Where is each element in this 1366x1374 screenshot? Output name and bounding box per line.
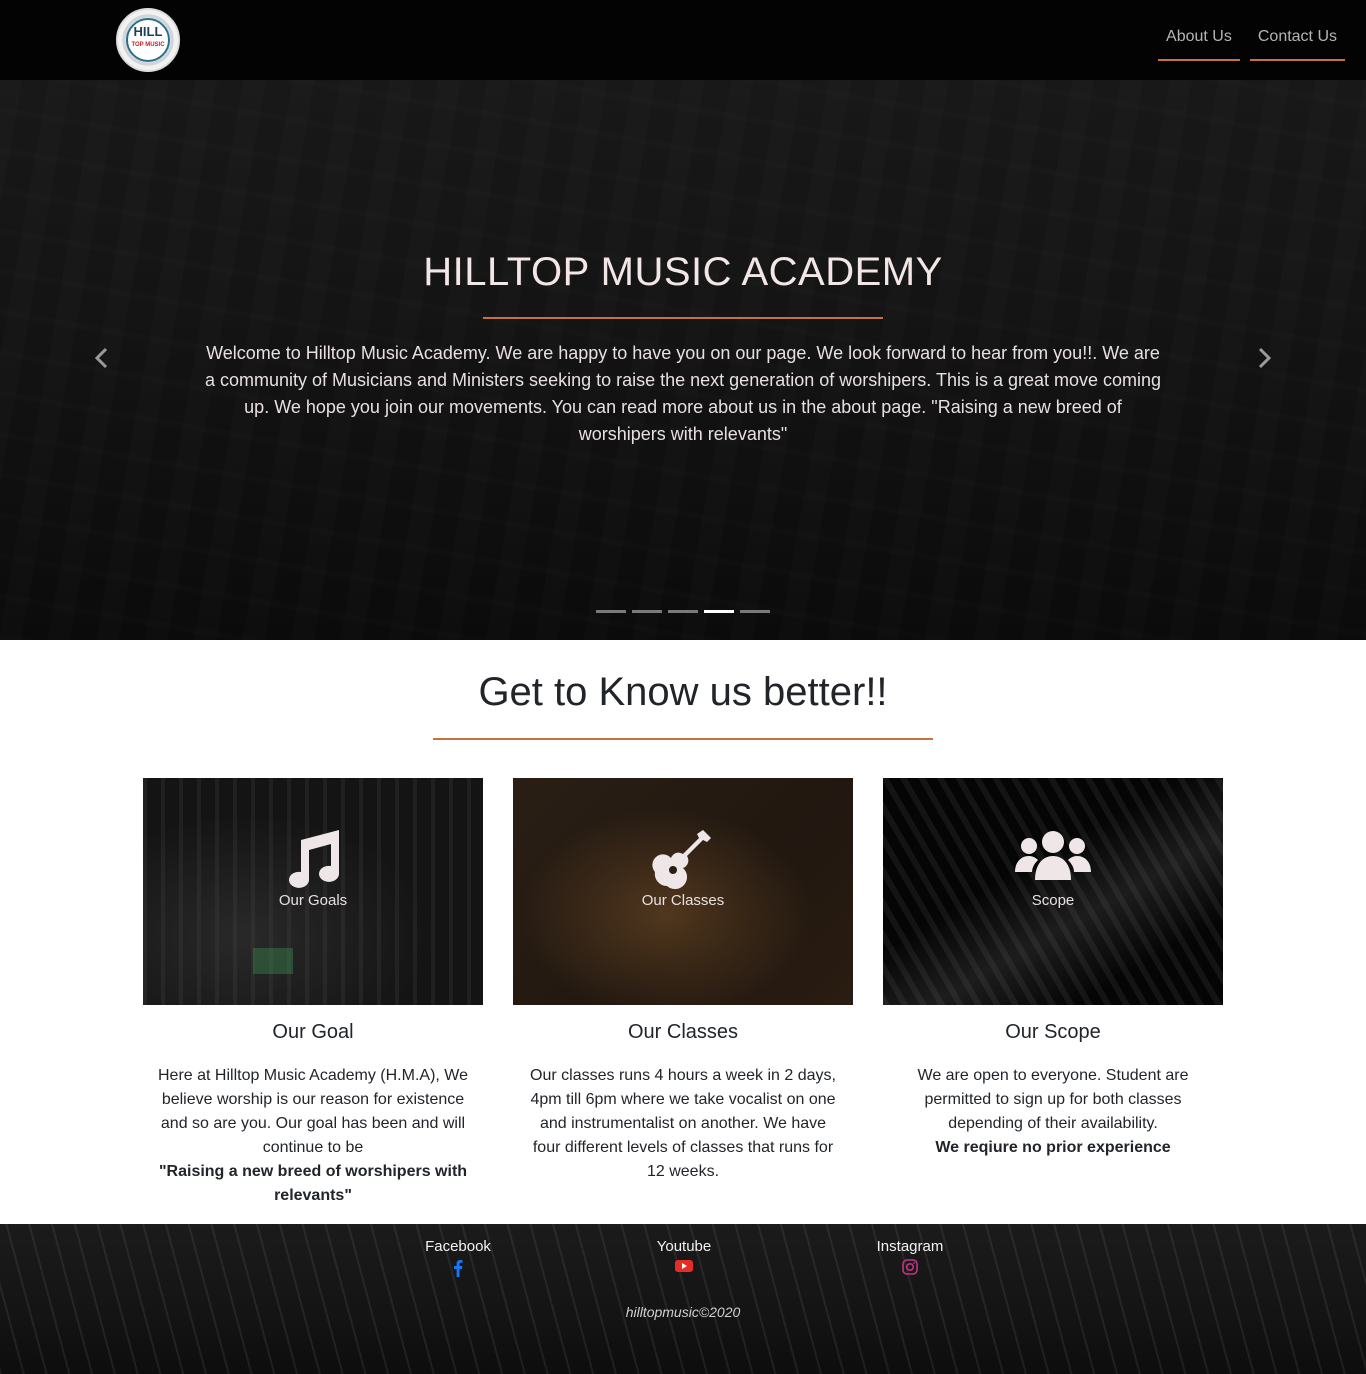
carousel-prev-button[interactable]	[87, 346, 117, 376]
card-image-label: Our Classes	[641, 892, 725, 909]
chevron-right-icon	[1258, 347, 1272, 369]
card-text: Here at Hilltop Music Academy (H.M.A), W…	[157, 1067, 468, 1156]
carousel-indicator-5[interactable]	[740, 610, 770, 613]
hero-carousel: HILLTOP MUSIC ACADEMY Welcome to Hilltop…	[0, 80, 1366, 640]
copyright-text: hilltopmusic©2020	[625, 1304, 741, 1320]
nav-links: About Us Contact Us	[1158, 24, 1345, 61]
section-title: Get to Know us better!!	[478, 670, 888, 714]
youtube-icon	[624, 1259, 744, 1277]
card-bold-text: "Raising a new breed of worshipers with …	[158, 1163, 468, 1204]
card-heading: Our Goal	[272, 1021, 354, 1043]
guitar-icon	[513, 828, 853, 892]
carousel-next-button[interactable]	[1249, 346, 1279, 376]
card-text: We are open to everyone. Student are per…	[917, 1067, 1189, 1132]
footer: Facebook Youtube Instagram hilltopmusic©…	[0, 1224, 1366, 1374]
music-note-icon	[143, 828, 483, 892]
hero-text: Welcome to Hilltop Music Academy. We are…	[204, 343, 1162, 444]
navbar: HILL TOP MUSIC About Us Contact Us	[0, 0, 1366, 80]
hero-title: HILLTOP MUSIC ACADEMY	[423, 250, 943, 294]
carousel-indicator-1[interactable]	[596, 610, 626, 613]
carousel-indicator-4[interactable]	[704, 610, 734, 613]
card-goal: Our Goals Our Goal Here at Hilltop Music…	[143, 778, 483, 1208]
card-scope: Scope Our Scope We are open to everyone.…	[883, 778, 1223, 1160]
card-heading: Our Classes	[627, 1021, 739, 1043]
logo-sub-text: TOP MUSIC	[131, 42, 165, 48]
carousel-indicators	[596, 610, 770, 613]
decoration	[253, 948, 293, 974]
instagram-icon	[850, 1259, 970, 1277]
social-label: Facebook	[425, 1238, 491, 1255]
social-label: Instagram	[876, 1238, 944, 1255]
card-classes: Our Classes Our Classes Our classes runs…	[513, 778, 853, 1184]
chevron-left-icon	[94, 347, 108, 369]
card-image-scope[interactable]: Scope	[883, 778, 1223, 1005]
social-link-facebook[interactable]: Facebook	[398, 1238, 518, 1277]
hero-divider	[483, 317, 883, 319]
card-image-label: Our Goals	[278, 892, 348, 909]
card-image-label: Scope	[1031, 892, 1075, 909]
facebook-icon	[398, 1259, 518, 1277]
carousel-indicator-3[interactable]	[668, 610, 698, 613]
social-label: Youtube	[656, 1238, 712, 1255]
card-image-goals[interactable]: Our Goals	[143, 778, 483, 1005]
logo-main-text: HILL	[133, 24, 163, 39]
card-image-classes[interactable]: Our Classes	[513, 778, 853, 1005]
users-icon	[883, 828, 1223, 892]
card-bold-text: We reqiure no prior experience	[935, 1139, 1171, 1156]
section-divider	[433, 738, 933, 740]
card-heading: Our Scope	[1005, 1021, 1101, 1043]
logo[interactable]: HILL TOP MUSIC	[116, 8, 180, 72]
carousel-indicator-2[interactable]	[632, 610, 662, 613]
nav-link-about[interactable]: About Us	[1158, 24, 1240, 61]
social-link-youtube[interactable]: Youtube	[624, 1238, 744, 1277]
card-text: Our classes runs 4 hours a week in 2 day…	[530, 1067, 836, 1180]
nav-link-contact[interactable]: Contact Us	[1249, 24, 1345, 61]
social-link-instagram[interactable]: Instagram	[850, 1238, 970, 1277]
